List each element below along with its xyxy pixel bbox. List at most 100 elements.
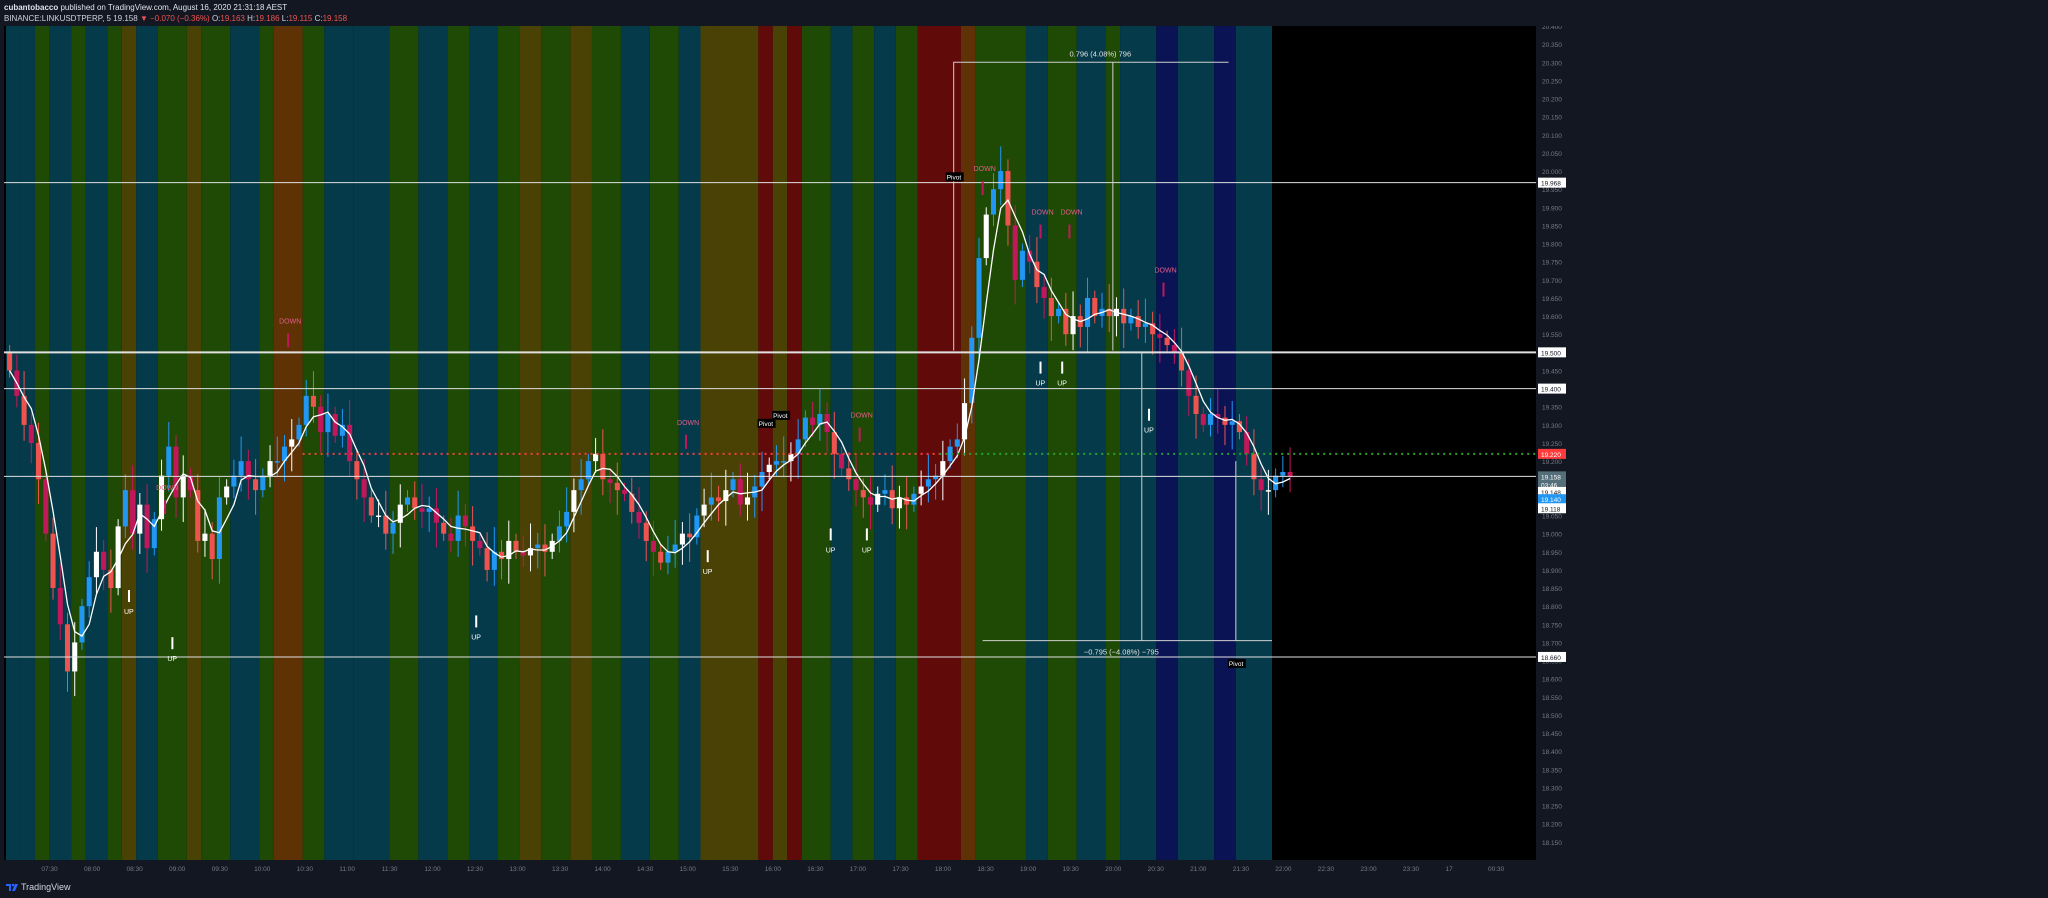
candle-body [144,504,150,549]
candle-body [636,511,642,523]
background-band [700,26,715,860]
background-band [570,26,592,860]
price-tick-label: 19.200 [1542,459,1562,466]
candle-body [303,395,309,425]
candle-body [347,424,353,462]
up-marker-label: UP [826,547,836,554]
price-tick-label: 19.650 [1542,296,1562,303]
price-tick-label: 20.050 [1542,151,1562,158]
time-tick-label: 10:30 [297,866,314,873]
time-tick-label: 22:30 [1318,866,1335,873]
candle-body [990,189,997,215]
candle-body [983,214,989,259]
price-tick-label: 20.200 [1542,97,1562,104]
background-band [591,26,621,860]
up-marker-label: UP [1036,381,1046,388]
time-tick-label: 20:00 [1105,866,1122,873]
candle-body [759,472,765,487]
candle-body [1287,472,1293,477]
price-tick-label: 19.750 [1542,260,1562,267]
candle-body [1019,250,1025,280]
candle-body [1171,345,1177,353]
pivot-label: Pivot [759,421,774,428]
time-tick-label: 18:00 [935,866,952,873]
candle-body [1258,479,1264,491]
candle-body [730,479,736,491]
candle-body [679,533,685,545]
candle-body [593,453,599,462]
symbol-label[interactable]: BINANCE:LINKUSDTPERP, 5 [4,14,111,23]
candle-body [998,171,1004,190]
candle-body [1056,308,1062,317]
price-axis-tag-label: 18.660 [1541,655,1561,662]
price-axis [1536,26,2044,860]
down-marker-label: DOWN [974,166,996,173]
candle-body [1048,297,1054,317]
price-tick-label: 19.600 [1542,314,1562,321]
candle-body [802,417,808,440]
time-tick-label: 09:30 [212,866,229,873]
price-tick-label: 18.950 [1542,550,1562,557]
price-tick-label: 18.150 [1542,840,1562,847]
candle-body [441,522,447,534]
background-band [1047,26,1077,860]
price-chart[interactable]: 0.796 (4.08%) 796 −0.795 (−4.08%) −795 UP U… [4,26,2044,878]
candle-body [477,540,483,549]
time-tick-label: 19:00 [1020,866,1037,873]
author-name[interactable]: cubantobacco [4,3,58,12]
tradingview-logo[interactable]: TradingView [6,882,71,892]
ohlc-legend: BINANCE:LINKUSDTPERP, 5 19.158 ▼ −0.070 … [4,14,347,23]
high-label: H: [247,14,256,23]
publish-info: cubantobacco published on TradingView.co… [4,3,287,12]
candle-body [50,533,56,589]
candle-body [202,533,208,541]
background-band [758,26,773,860]
price-tick-label: 18.750 [1542,622,1562,629]
time-tick-label: 15:30 [722,866,739,873]
time-tick-label: 17:00 [850,866,867,873]
price-tick-label: 18.200 [1542,822,1562,829]
candle-body [412,497,418,509]
candle-body [665,551,671,563]
price-tick-label: 19.550 [1542,332,1562,339]
candle-body [130,490,136,534]
candle-body [28,424,34,443]
candle-body [810,417,816,425]
candle-body [43,479,49,534]
background-band [201,26,231,860]
candle-body [1121,308,1127,324]
price-axis-tag-label: 19.118 [1541,506,1561,513]
up-marker-label: UP [471,634,481,641]
candle-body [86,577,92,607]
up-marker-label: UP [1057,381,1067,388]
background-band [389,26,419,860]
time-tick-label: 12:30 [467,866,484,873]
background-band [541,26,571,860]
background-band [1120,26,1157,860]
background-band [49,26,72,860]
candle-body [773,461,779,465]
candle-body [860,490,866,498]
background-band [1026,26,1048,860]
price-tick-label: 20.400 [1542,26,1562,31]
candle-body [687,533,693,538]
candle-body [1280,472,1286,476]
price-tick-label: 18.500 [1542,713,1562,720]
candle-body [962,403,968,440]
background-band [874,26,896,860]
candle-body [643,522,649,541]
candle-body [600,453,606,480]
time-tick-label: 23:30 [1403,866,1420,873]
price-tick-label: 19.300 [1542,423,1562,430]
candle-body [376,515,382,518]
time-tick-label: 09:00 [169,866,186,873]
chart-pane[interactable]: 0.796 (4.08%) 796 −0.795 (−4.08%) −795 UP U… [4,26,2044,878]
time-tick-label: 16:30 [807,866,824,873]
candle-body [318,406,324,433]
candle-body [1157,334,1163,338]
candle-body [918,486,924,494]
price-tick-label: 19.900 [1542,205,1562,212]
time-tick-label: 00:30 [1488,866,1505,873]
up-marker-label: UP [124,609,134,616]
candle-body [1265,490,1271,492]
